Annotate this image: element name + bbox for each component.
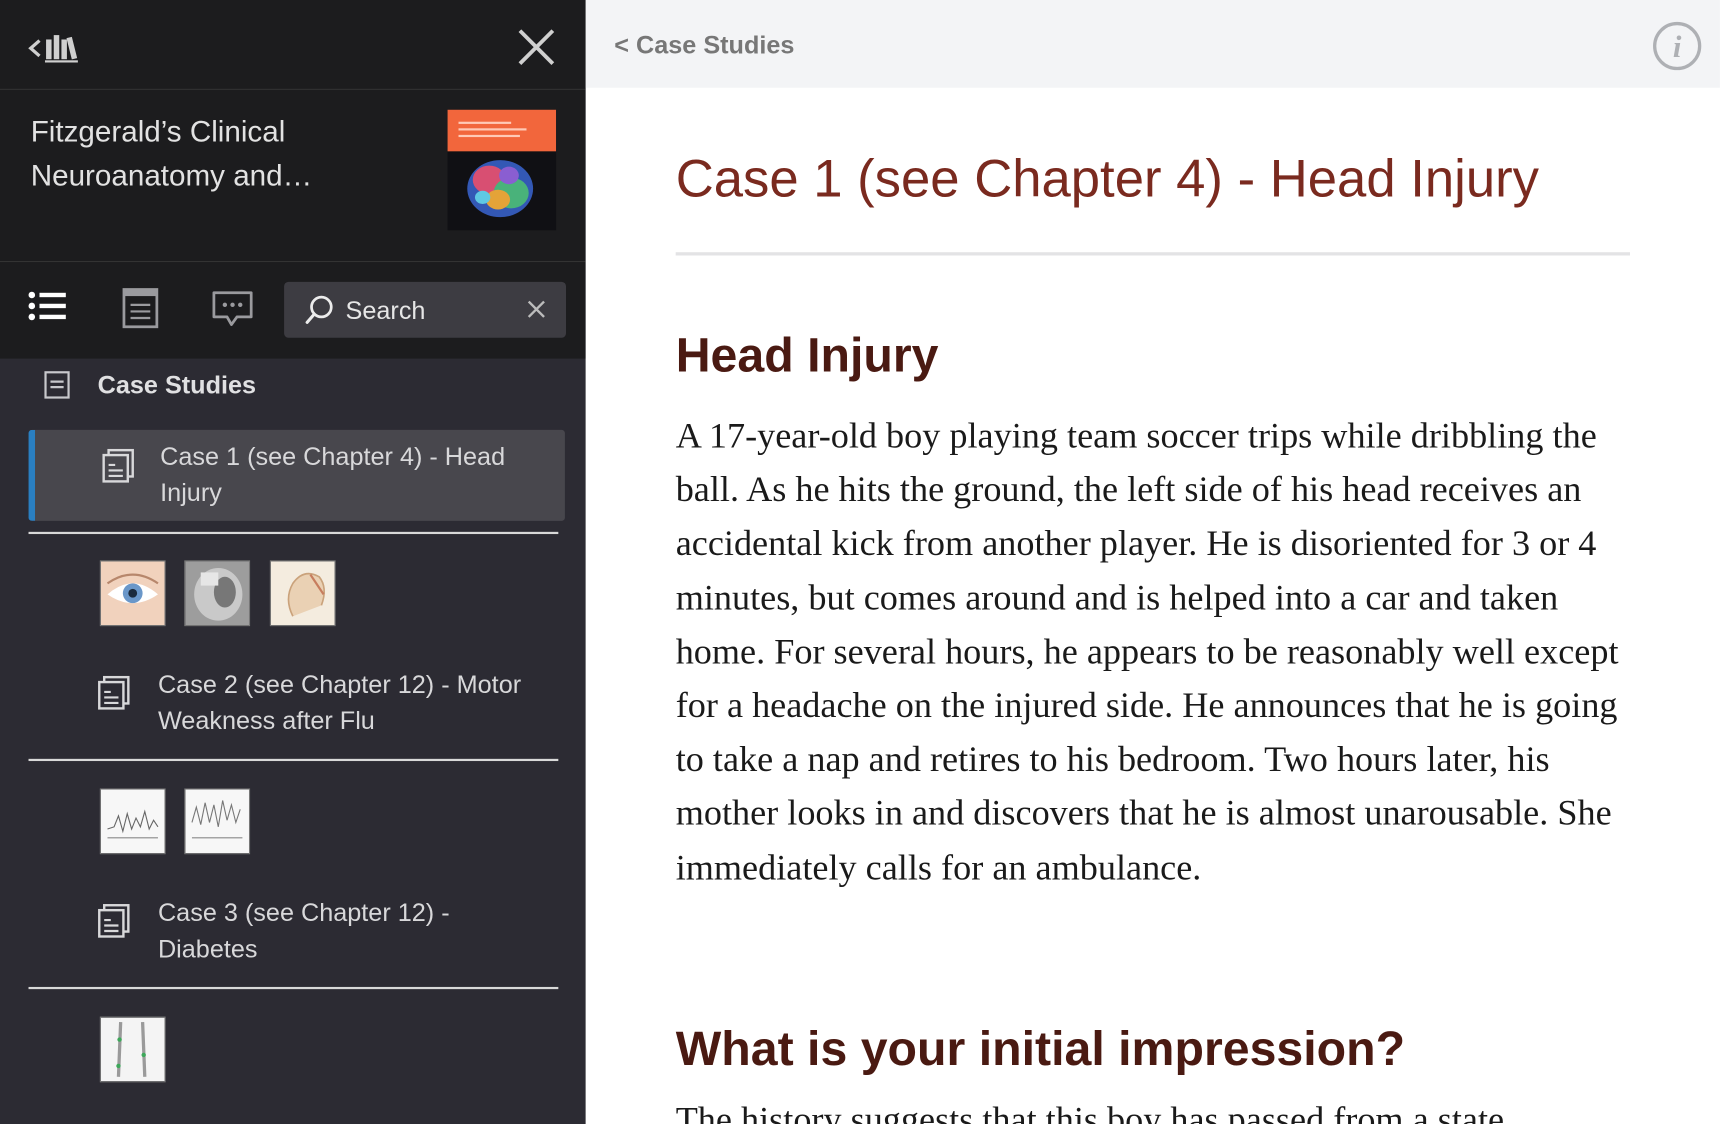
- book-title: Fitzgerald’s Clinical Neuroanatomy and…: [30, 115, 313, 192]
- cover-banner: [447, 109, 557, 152]
- graph-image: [185, 789, 249, 854]
- section-heading: Head Injury: [675, 328, 939, 383]
- thumbnail-eye[interactable]: [99, 560, 166, 627]
- section-label: Case Studies: [97, 370, 257, 400]
- info-button[interactable]: i: [1652, 21, 1702, 71]
- info-icon: i: [1653, 21, 1702, 71]
- reader-content: < Case Studies i Case 1 (see Chapter 4) …: [585, 0, 1720, 1124]
- thumbnail-scan[interactable]: [184, 560, 251, 627]
- diagram-image: [100, 1017, 165, 1082]
- thumbnail-head-illustration[interactable]: [269, 560, 336, 627]
- svg-text:i: i: [1673, 30, 1682, 64]
- notes-button[interactable]: [118, 286, 162, 330]
- brain-image: [467, 160, 534, 218]
- sidebar-toolbar: Search: [0, 262, 586, 359]
- divider: [28, 758, 559, 762]
- title-divider: [675, 252, 1630, 256]
- section-case-studies[interactable]: Case Studies: [0, 359, 586, 412]
- divider: [28, 531, 559, 535]
- divider: [28, 986, 559, 990]
- notes-icon: [122, 288, 159, 329]
- search-input[interactable]: Search: [284, 281, 567, 338]
- toc-list-icon: [28, 291, 66, 321]
- search-icon: [305, 295, 333, 324]
- close-button[interactable]: [513, 24, 559, 70]
- back-to-case-studies-link[interactable]: < Case Studies: [614, 26, 794, 63]
- toc-item-case-1[interactable]: Case 1 (see Chapter 4) - Head Injury: [28, 429, 565, 521]
- toc-item-label: Case 1 (see Chapter 4) - Head Injury: [160, 441, 506, 507]
- graph-image: [100, 789, 165, 854]
- book-cover[interactable]: [447, 109, 557, 231]
- toc-item-case-3[interactable]: Case 3 (see Chapter 12) - Diabetes: [29, 885, 559, 976]
- comments-icon: [212, 291, 253, 326]
- page-title: Case 1 (see Chapter 4) - Head Injury: [675, 150, 1539, 209]
- thumbnail-diagram[interactable]: [99, 1016, 166, 1083]
- comments-button[interactable]: [211, 286, 255, 330]
- section-body: A 17-year-old boy playing team soccer tr…: [675, 416, 1619, 888]
- close-icon: [518, 29, 555, 65]
- document-icon: [102, 448, 134, 483]
- toc-item-label: Case 2 (see Chapter 12) - Motor Weakness…: [157, 670, 522, 735]
- library-icon: [28, 35, 78, 63]
- toc-item-label: Case 3 (see Chapter 12) - Diabetes: [157, 898, 450, 963]
- section-heading: What is your initial impression?: [675, 1022, 1406, 1076]
- clear-icon[interactable]: [525, 298, 547, 320]
- thumbnail-graph-2[interactable]: [184, 788, 251, 855]
- document-icon: [98, 904, 130, 938]
- sidebar-header: [0, 0, 586, 90]
- document-icon: [44, 371, 70, 399]
- reader-topbar: < Case Studies i: [585, 0, 1720, 88]
- sidebar: Fitzgerald’s Clinical Neuroanatomy and…: [0, 0, 586, 1124]
- book-info: Fitzgerald’s Clinical Neuroanatomy and…: [0, 89, 586, 263]
- thumbnail-graph-1[interactable]: [99, 788, 166, 855]
- eye-image: [100, 561, 165, 626]
- document-icon: [98, 675, 130, 710]
- toc-button[interactable]: [26, 286, 70, 330]
- head-illustration-image: [270, 561, 335, 626]
- search-placeholder: Search: [345, 296, 426, 325]
- library-back-button[interactable]: [26, 29, 87, 68]
- toc-item-case-2[interactable]: Case 2 (see Chapter 12) - Motor Weakness…: [29, 657, 559, 748]
- section-body: The history suggests that this boy has p…: [675, 1100, 1505, 1124]
- scan-image: [185, 561, 249, 626]
